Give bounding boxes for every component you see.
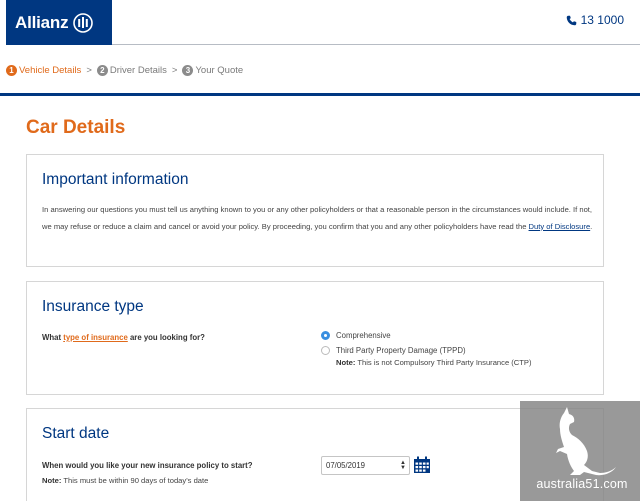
disclosure-end: . [590,221,593,231]
step-label: Your Quote [195,65,244,76]
option-label: Third Party Property Damage (TPPD) [336,346,466,355]
radio-button[interactable] [321,346,330,355]
section-heading: Insurance type [42,298,144,315]
question-text: are you looking for? [127,333,205,342]
note-label: Note: [336,358,356,367]
option-third-party-property-damage[interactable]: Third Party Property Damage (TPPD) [321,346,466,355]
ctp-note: Note: This is not Compulsory Third Party… [336,358,532,367]
start-date-question: When would you like your new insurance p… [42,461,253,470]
step-separator: > [171,65,178,76]
allianz-logo[interactable]: Allianz [6,0,112,45]
brand-name: Allianz [15,12,69,32]
step-driver-details[interactable]: 2 Driver Details [96,65,167,76]
progress-steps: 1 Vehicle Details > 2 Driver Details > 3… [6,65,243,76]
step-number: 2 [96,65,108,76]
date-stepper-icon[interactable]: ▲ ▼ [400,460,406,471]
radio-button-selected[interactable] [321,331,330,340]
start-date-input[interactable]: 07/05/2019 ▲ ▼ [321,456,410,475]
nav-divider [0,93,640,96]
page-title: Car Details [26,117,126,138]
calendar-icon[interactable] [413,456,431,474]
important-information-card: Important information In answering our q… [26,154,604,267]
date-value: 07/05/2019 [326,461,366,470]
kangaroo-icon [556,407,616,476]
type-of-insurance-link[interactable]: type of insurance [63,333,128,342]
disclosure-text: In answering our questions you must tell… [42,202,597,235]
step-label: Driver Details [109,65,167,76]
start-date-card: Start date When would you like your new … [26,408,604,501]
insurance-type-question: What type of insurance are you looking f… [42,333,205,342]
phone-icon [566,15,576,25]
section-heading: Start date [42,425,110,442]
watermark: australia51.com [520,401,640,501]
insurance-type-card: Insurance type What type of insurance ar… [26,281,604,395]
start-date-note: Note: This must be within 90 days of tod… [42,476,208,485]
header-divider [112,44,640,45]
note-label: Note: [42,476,62,485]
phone-link[interactable]: 13 1000 [566,13,624,27]
step-your-quote[interactable]: 3 Your Quote [182,65,243,76]
note-text: This must be within 90 days of today's d… [61,476,209,485]
section-heading: Important information [42,171,189,188]
step-label: Vehicle Details [19,65,82,76]
option-label: Comprehensive [336,331,391,340]
option-comprehensive[interactable]: Comprehensive [321,331,391,340]
note-text: This is not Compulsory Third Party Insur… [355,358,532,367]
phone-number: 13 1000 [580,13,624,27]
step-vehicle-details[interactable]: 1 Vehicle Details [6,65,81,76]
disclosure-body: In answering our questions you must tell… [42,205,593,231]
step-number: 1 [6,65,17,76]
step-separator: > [86,65,92,76]
header: Allianz 13 1000 [0,0,640,46]
allianz-eagle-icon [73,12,94,33]
watermark-text: australia51.com [536,477,628,491]
question-text: What [42,333,64,342]
duty-of-disclosure-link[interactable]: Duty of Disclosure [529,222,591,231]
step-number: 3 [182,65,194,76]
